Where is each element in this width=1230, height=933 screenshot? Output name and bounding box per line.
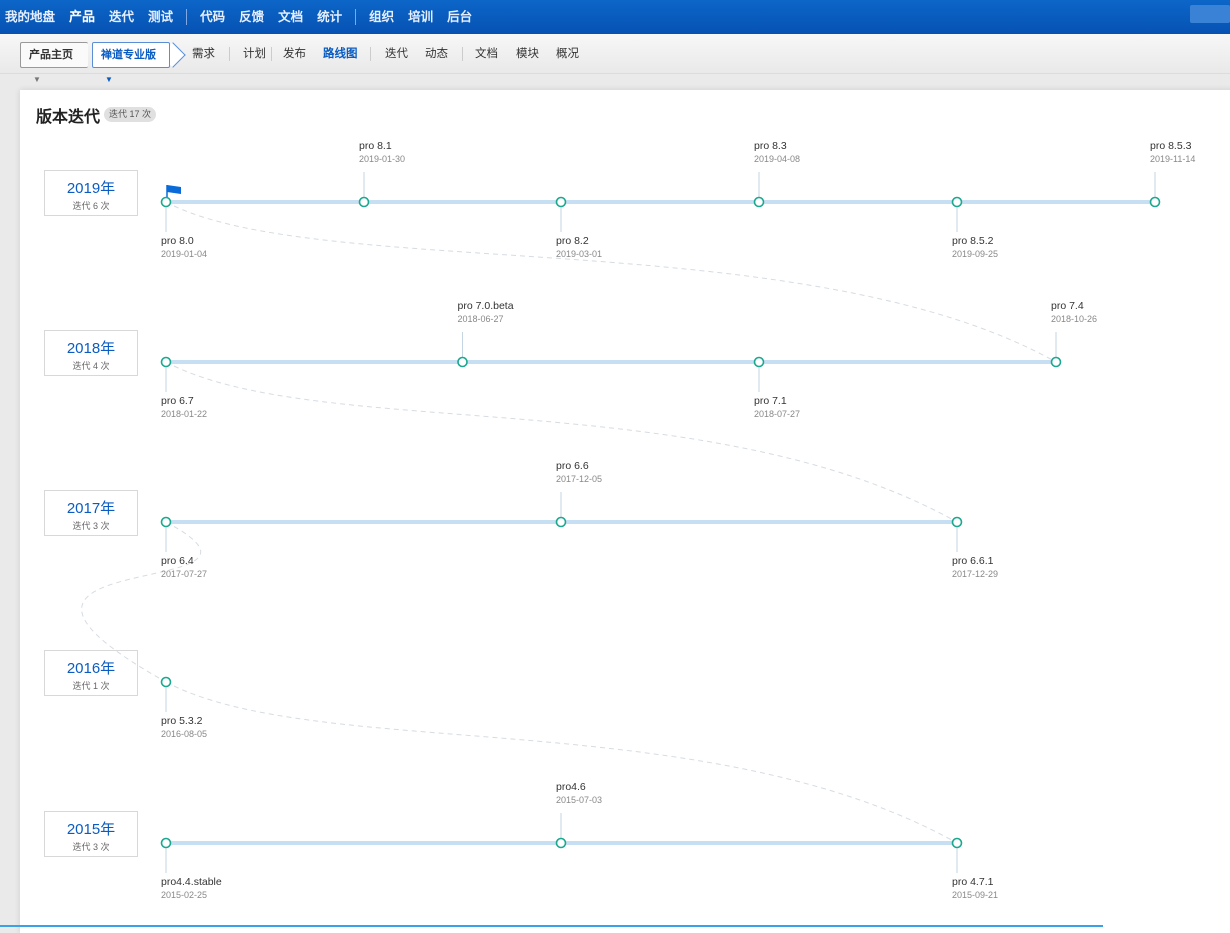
version-name[interactable]: pro 5.3.2 xyxy=(161,715,203,727)
version-node[interactable] xyxy=(160,837,172,849)
version-date: 2017-12-29 xyxy=(952,569,998,579)
version-node[interactable] xyxy=(160,196,172,208)
version-name[interactable]: pro 8.5.3 xyxy=(1150,140,1192,152)
version-date: 2018-01-22 xyxy=(161,409,207,419)
version-node[interactable] xyxy=(1149,196,1161,208)
version-node[interactable] xyxy=(555,837,567,849)
bottom-scroll-indicator xyxy=(0,925,1103,927)
version-node[interactable] xyxy=(951,837,963,849)
version-date: 2015-02-25 xyxy=(161,890,207,900)
version-name[interactable]: pro 7.1 xyxy=(754,395,787,407)
version-date: 2019-01-04 xyxy=(161,249,207,259)
version-date: 2019-01-30 xyxy=(359,154,405,164)
version-name[interactable]: pro 8.5.2 xyxy=(952,235,994,247)
version-date: 2018-10-26 xyxy=(1051,314,1097,324)
version-node[interactable] xyxy=(951,516,963,528)
version-name[interactable]: pro 6.4 xyxy=(161,555,194,567)
version-name[interactable]: pro4.4.stable xyxy=(161,876,222,888)
version-node[interactable] xyxy=(457,356,468,368)
version-name[interactable]: pro 8.1 xyxy=(359,140,392,152)
version-date: 2019-04-08 xyxy=(754,154,800,164)
version-node[interactable] xyxy=(951,196,963,208)
version-node[interactable] xyxy=(160,356,172,368)
version-node[interactable] xyxy=(555,516,567,528)
flag-icon xyxy=(166,185,181,199)
version-node[interactable] xyxy=(753,196,765,208)
version-date: 2019-09-25 xyxy=(952,249,998,259)
version-date: 2015-07-03 xyxy=(556,795,602,805)
version-name[interactable]: pro 4.7.1 xyxy=(952,876,994,888)
version-date: 2017-12-05 xyxy=(556,474,602,484)
version-date: 2019-03-01 xyxy=(556,249,602,259)
version-date: 2016-08-05 xyxy=(161,729,207,739)
version-name[interactable]: pro 6.7 xyxy=(161,395,194,407)
version-name[interactable]: pro 7.0.beta xyxy=(458,300,514,312)
version-name[interactable]: pro 8.3 xyxy=(754,140,787,152)
version-date: 2017-07-27 xyxy=(161,569,207,579)
version-name[interactable]: pro 8.2 xyxy=(556,235,589,247)
version-node[interactable] xyxy=(1050,356,1062,368)
version-name[interactable]: pro 8.0 xyxy=(161,235,194,247)
year-link-dashed xyxy=(81,521,202,683)
version-date: 2018-07-27 xyxy=(754,409,800,419)
version-node[interactable] xyxy=(358,196,370,208)
version-name[interactable]: pro 6.6.1 xyxy=(952,555,994,567)
roadmap-timeline: pro 8.0 2019-01-04 pro 8.1 2019-01-30 pro 8.… xyxy=(81,140,1195,900)
version-node[interactable] xyxy=(160,516,172,528)
version-date: 2019-11-14 xyxy=(1150,154,1195,164)
version-node[interactable] xyxy=(555,196,567,208)
version-node[interactable] xyxy=(160,676,172,688)
version-node[interactable] xyxy=(753,356,765,368)
year-link-dashed xyxy=(165,201,1057,363)
version-name[interactable]: pro4.6 xyxy=(556,781,586,793)
version-date: 2018-06-27 xyxy=(458,314,504,324)
version-date: 2015-09-21 xyxy=(952,890,998,900)
version-name[interactable]: pro 7.4 xyxy=(1051,300,1084,312)
version-name[interactable]: pro 6.6 xyxy=(556,460,589,472)
